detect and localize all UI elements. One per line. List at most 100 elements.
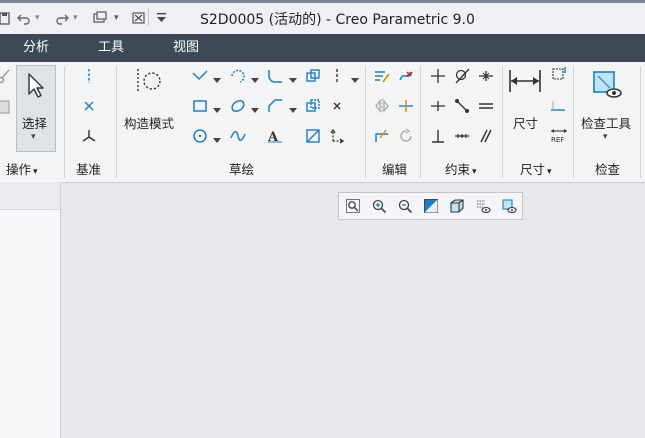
corner-icon[interactable] bbox=[374, 128, 390, 144]
select-dropdown-icon: ▾ bbox=[31, 132, 36, 142]
parallel-constraint-icon[interactable] bbox=[478, 128, 494, 144]
thicken-icon[interactable] bbox=[305, 98, 321, 114]
group-separator bbox=[640, 66, 641, 178]
ellipse-dropdown-icon[interactable] bbox=[251, 103, 259, 113]
centerline-dropdown-icon[interactable] bbox=[351, 73, 359, 83]
circle-dropdown-icon[interactable] bbox=[213, 133, 221, 143]
graphics-toolbar bbox=[338, 192, 523, 220]
symmetric-constraint-icon[interactable] bbox=[454, 128, 470, 144]
inspect-tool-label[interactable]: 检查工具 bbox=[581, 113, 631, 132]
group-separator bbox=[365, 66, 366, 178]
title-bar-accent bbox=[0, 0, 645, 3]
redo-dropdown-icon[interactable]: ▾ bbox=[73, 10, 78, 26]
datum-coordinate-system-icon[interactable] bbox=[81, 128, 97, 144]
equal-constraint-icon[interactable] bbox=[478, 98, 494, 114]
group-label-dimension[interactable]: 尺寸 ▾ bbox=[520, 159, 552, 178]
ribbon: 选择 ▾ 操作 ▾ 基准 构造模式 A 草绘 编辑 约束 ▾ 尺寸 REF 尺寸… bbox=[0, 62, 645, 183]
perpendicular-constraint-icon[interactable] bbox=[430, 128, 446, 144]
tab-view[interactable]: 视图 bbox=[173, 34, 199, 62]
graphics-area[interactable] bbox=[61, 182, 645, 438]
select-arrow-icon bbox=[24, 72, 46, 98]
operations-dropdown-icon: ▾ bbox=[33, 167, 38, 177]
text-icon[interactable]: A bbox=[267, 128, 283, 144]
display-style-icon[interactable] bbox=[449, 198, 465, 214]
save-icon[interactable] bbox=[0, 10, 10, 26]
ellipse-icon[interactable] bbox=[230, 98, 246, 114]
group-label-constrain-text: 约束 bbox=[445, 162, 471, 177]
model-tree-header bbox=[0, 182, 60, 210]
datum-centerline-icon[interactable] bbox=[81, 68, 97, 84]
fillet-dropdown-icon[interactable] bbox=[289, 73, 297, 83]
rotate-resize-icon[interactable] bbox=[398, 128, 414, 144]
rectangle-dropdown-icon[interactable] bbox=[213, 103, 221, 113]
redo-icon[interactable] bbox=[54, 10, 70, 26]
zoom-in-icon[interactable] bbox=[371, 198, 387, 214]
fillet-icon[interactable] bbox=[267, 68, 283, 84]
title-bar: ▾ ▾ ▾ S2D0005 (活动的) - Creo Parametric 9.… bbox=[0, 0, 645, 35]
line-icon[interactable] bbox=[192, 68, 208, 84]
delete-segment-icon[interactable] bbox=[398, 68, 414, 84]
point-icon[interactable] bbox=[329, 98, 345, 114]
group-separator bbox=[64, 66, 65, 178]
regenerate-dropdown-icon[interactable]: ▾ bbox=[114, 10, 119, 26]
repaint-icon[interactable] bbox=[423, 198, 439, 214]
group-separator bbox=[420, 66, 421, 178]
arc-dropdown-icon[interactable] bbox=[251, 73, 259, 83]
tab-tools[interactable]: 工具 bbox=[98, 34, 124, 62]
construction-mode-label: 构造模式 bbox=[124, 116, 175, 131]
group-label-constrain[interactable]: 约束 ▾ bbox=[445, 159, 477, 178]
datum-display-filters-icon[interactable] bbox=[475, 198, 491, 214]
coincident-constraint-icon[interactable] bbox=[454, 98, 470, 114]
group-separator bbox=[502, 66, 503, 178]
reference-dimension-icon[interactable]: REF bbox=[550, 128, 568, 144]
select-label: 选择 bbox=[22, 116, 48, 131]
tangent-constraint-icon[interactable] bbox=[454, 68, 470, 84]
group-label-operations-text: 操作 bbox=[6, 162, 32, 177]
dimension-icon[interactable] bbox=[508, 66, 542, 96]
constrain-dropdown-icon: ▾ bbox=[472, 167, 477, 177]
zoom-out-icon[interactable] bbox=[397, 198, 413, 214]
divide-icon[interactable] bbox=[398, 98, 414, 114]
mirror-icon[interactable] bbox=[374, 98, 390, 114]
dimension-label: 尺寸 bbox=[513, 116, 539, 131]
baseline-icon[interactable] bbox=[550, 98, 566, 114]
group-separator bbox=[573, 66, 574, 178]
spline-icon[interactable] bbox=[230, 128, 246, 144]
datum-point-icon[interactable] bbox=[81, 98, 97, 114]
chamfer-icon[interactable] bbox=[267, 98, 283, 114]
horizontal-constraint-icon[interactable] bbox=[430, 98, 446, 114]
coordinate-system-icon[interactable] bbox=[329, 128, 345, 144]
paste-icon[interactable] bbox=[0, 98, 12, 114]
group-label-operations[interactable]: 操作 ▾ bbox=[6, 159, 38, 178]
select-button[interactable]: 选择 ▾ bbox=[16, 65, 56, 152]
regenerate-icon[interactable] bbox=[92, 10, 108, 26]
tab-analysis[interactable]: 分析 bbox=[23, 34, 49, 62]
undo-dropdown-icon[interactable]: ▾ bbox=[35, 10, 40, 26]
centerline-icon[interactable] bbox=[329, 68, 345, 84]
customize-icon[interactable] bbox=[156, 10, 168, 26]
vertical-constraint-icon[interactable] bbox=[430, 68, 446, 84]
ribbon-tab-bar: 分析 工具 视图 bbox=[0, 34, 645, 62]
chamfer-dropdown-icon[interactable] bbox=[289, 103, 297, 113]
perimeter-icon[interactable] bbox=[550, 66, 566, 82]
construction-mode-icon[interactable] bbox=[134, 66, 164, 96]
rectangle-icon[interactable] bbox=[192, 98, 208, 114]
line-dropdown-icon[interactable] bbox=[213, 73, 221, 83]
model-tree-pane[interactable] bbox=[0, 182, 61, 438]
modify-icon[interactable] bbox=[374, 68, 390, 84]
refit-icon[interactable] bbox=[345, 198, 361, 214]
sketch-display-filters-icon[interactable] bbox=[501, 198, 517, 214]
offset-icon[interactable] bbox=[305, 68, 321, 84]
group-label-dimension-text: 尺寸 bbox=[520, 162, 546, 177]
undo-icon[interactable] bbox=[16, 10, 32, 26]
arc-icon[interactable] bbox=[230, 68, 246, 84]
inspect-tool-dropdown-icon[interactable]: ▾ bbox=[603, 132, 608, 142]
cut-icon[interactable] bbox=[0, 68, 12, 84]
circle-icon[interactable] bbox=[192, 128, 208, 144]
palette-icon[interactable] bbox=[305, 128, 321, 144]
group-label-inspect: 检查 bbox=[595, 162, 621, 177]
window-title: S2D0005 (活动的) - Creo Parametric 9.0 bbox=[200, 12, 475, 28]
inspect-tool-icon[interactable] bbox=[590, 66, 624, 100]
midpoint-constraint-icon[interactable] bbox=[478, 68, 494, 84]
close-window-icon[interactable] bbox=[131, 10, 147, 26]
